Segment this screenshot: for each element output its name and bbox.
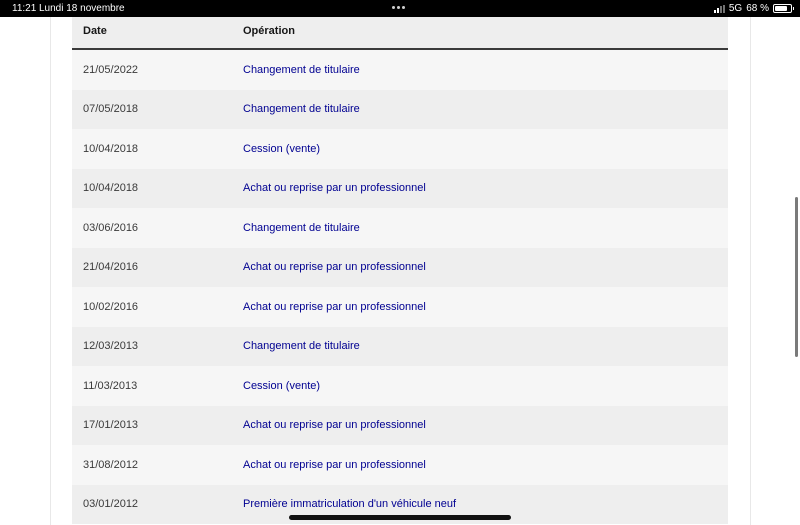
status-bar: 11:21 Lundi 18 novembre 5G 68 % <box>0 0 800 17</box>
table-row: 11/03/2013 Cession (vente) <box>72 366 728 406</box>
signal-icon <box>713 4 725 13</box>
operation-link[interactable]: Changement de titulaire <box>243 103 360 115</box>
table-row: 31/08/2012 Achat ou reprise par un profe… <box>72 445 728 485</box>
status-indicators: 5G 68 % <box>713 0 794 17</box>
operation-link[interactable]: Achat ou reprise par un professionnel <box>243 261 426 273</box>
scrollbar[interactable] <box>795 197 798 357</box>
table-row: 12/03/2013 Changement de titulaire <box>72 326 728 366</box>
table-row: 10/02/2016 Achat ou reprise par un profe… <box>72 287 728 327</box>
table-row: 21/05/2022 Changement de titulaire <box>72 50 728 90</box>
operation-link[interactable]: Cession (vente) <box>243 380 320 392</box>
battery-icon <box>773 4 794 13</box>
operation-date: 03/01/2012 <box>83 498 139 511</box>
home-indicator[interactable] <box>289 515 511 520</box>
operation-date: 11/03/2013 <box>83 379 138 392</box>
table-row: 07/05/2018 Changement de titulaire <box>72 89 728 129</box>
network-label: 5G <box>728 3 743 14</box>
operation-link[interactable]: Cession (vente) <box>243 143 320 155</box>
operation-date: 10/04/2018 <box>83 182 139 195</box>
table-row: 17/01/2013 Achat ou reprise par un profe… <box>72 405 728 445</box>
operation-link[interactable]: Achat ou reprise par un professionnel <box>243 459 426 471</box>
multitasking-dots-icon[interactable] <box>392 6 405 9</box>
operation-date: 21/04/2016 <box>83 261 139 274</box>
operation-date: 03/06/2016 <box>83 221 139 234</box>
operation-link[interactable]: Achat ou reprise par un professionnel <box>243 182 426 194</box>
operation-date: 21/05/2022 <box>83 63 139 76</box>
operation-date: 07/05/2018 <box>83 103 139 116</box>
battery-percentage: 68 % <box>746 3 769 14</box>
status-time: 11:21 <box>12 3 37 14</box>
operation-date: 10/02/2016 <box>83 300 139 313</box>
operation-date: 12/03/2013 <box>83 340 139 353</box>
column-header-operation: Opération <box>243 25 295 37</box>
content-border-left <box>50 17 51 525</box>
operation-link[interactable]: Changement de titulaire <box>243 340 360 352</box>
table-row: 10/04/2018 Cession (vente) <box>72 129 728 169</box>
table-row: 21/04/2016 Achat ou reprise par un profe… <box>72 247 728 287</box>
operation-date: 31/08/2012 <box>83 458 139 471</box>
page-content: Date Opération 21/05/2022 Changement de … <box>0 17 800 525</box>
operation-date: 17/01/2013 <box>83 419 139 432</box>
operation-link[interactable]: Première immatriculation d'un véhicule n… <box>243 498 456 510</box>
content-border-right <box>750 17 751 525</box>
operation-link[interactable]: Achat ou reprise par un professionnel <box>243 301 426 313</box>
column-header-date: Date <box>83 25 107 37</box>
table-header: Date Opération <box>72 17 728 50</box>
operations-history-table: Date Opération 21/05/2022 Changement de … <box>72 17 728 524</box>
operation-link[interactable]: Changement de titulaire <box>243 222 360 234</box>
operation-link[interactable]: Achat ou reprise par un professionnel <box>243 419 426 431</box>
status-date: Lundi 18 novembre <box>39 3 125 14</box>
operation-link[interactable]: Changement de titulaire <box>243 64 360 76</box>
table-body: 21/05/2022 Changement de titulaire 07/05… <box>72 50 728 524</box>
table-row: 03/06/2016 Changement de titulaire <box>72 208 728 248</box>
table-row: 10/04/2018 Achat ou reprise par un profe… <box>72 168 728 208</box>
operation-date: 10/04/2018 <box>83 142 139 155</box>
